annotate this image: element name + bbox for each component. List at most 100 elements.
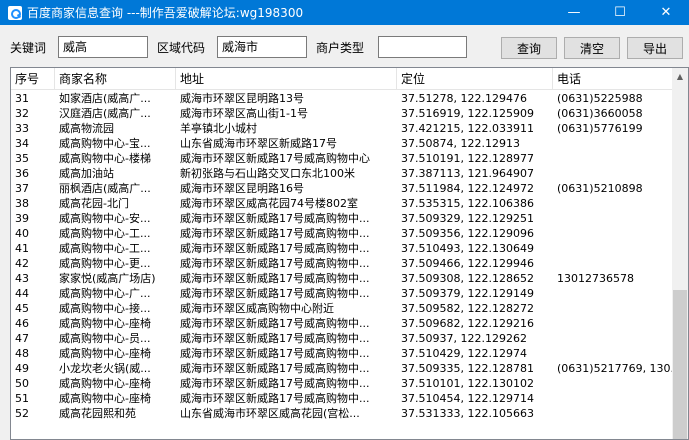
cell-name: 丽枫酒店(威高广... bbox=[59, 182, 151, 195]
cell-phone bbox=[553, 241, 674, 256]
cell-address: 威海市环翠区新威路17号威高购物中... bbox=[180, 392, 370, 405]
cell-address: 威海市环翠区新威路17号威高购物中... bbox=[180, 212, 370, 225]
scroll-up-arrow-icon[interactable]: ▲ bbox=[672, 68, 688, 85]
cell-phone bbox=[553, 196, 674, 211]
minimize-button[interactable]: — bbox=[551, 0, 597, 25]
table-row[interactable]: 38 威高花园-北门 威海市环翠区威高花园74号楼802室 37.535315, 12… bbox=[11, 196, 674, 211]
cell-phone: (0631)5210898 bbox=[557, 182, 643, 195]
table-row[interactable]: 42 威高购物中心-更... 威海市环翠区新威路17号威高购物中... 37.5094… bbox=[11, 256, 674, 271]
cell-location: 37.509379, 122.129149 bbox=[401, 287, 534, 300]
cell-name: 威高购物中心-工... bbox=[59, 227, 151, 240]
column-header-location[interactable]: 定位 bbox=[397, 68, 553, 90]
close-button[interactable]: ✕ bbox=[643, 0, 689, 25]
cell-name: 如家酒店(威高广... bbox=[59, 92, 151, 105]
cell-location: 37.50937, 122.129262 bbox=[401, 332, 527, 345]
cell-location: 37.509682, 122.129216 bbox=[401, 317, 534, 330]
table-row[interactable]: 31 如家酒店(威高广... 威海市环翠区昆明路13号 37.51278, 122.1… bbox=[11, 91, 674, 106]
cell-index: 46 bbox=[15, 317, 29, 330]
column-header-address[interactable]: 地址 bbox=[176, 68, 397, 90]
vertical-scrollbar[interactable]: ▲ bbox=[672, 68, 688, 439]
table-row[interactable]: 50 威高购物中心-座椅 威海市环翠区新威路17号威高购物中... 37.510101… bbox=[11, 376, 674, 391]
cell-location: 37.516919, 122.125909 bbox=[401, 107, 534, 120]
clear-button[interactable]: 清空 bbox=[564, 37, 620, 59]
cell-name: 威高购物中心-座椅 bbox=[59, 317, 151, 330]
cell-index: 47 bbox=[15, 332, 29, 345]
column-header-index[interactable]: 序号 bbox=[11, 68, 55, 90]
cell-location: 37.509329, 122.129251 bbox=[401, 212, 534, 225]
cell-name: 汉庭酒店(威高广... bbox=[59, 107, 151, 120]
table-row[interactable]: 45 威高购物中心-接... 威海市环翠区威高购物中心附近 37.509582, 12… bbox=[11, 301, 674, 316]
cell-name: 小龙坎老火锅(威... bbox=[59, 362, 151, 375]
area-code-input[interactable]: 威海市 bbox=[217, 36, 307, 58]
table-row[interactable]: 36 威高加油站 新初张路与石山路交叉口东北100米 37.387113, 121.9… bbox=[11, 166, 674, 181]
export-button[interactable]: 导出 bbox=[627, 37, 683, 59]
table-row[interactable]: 35 威高购物中心-楼梯 威海市环翠区新威路17号威高购物中心 37.510191, … bbox=[11, 151, 674, 166]
scrollbar-thumb[interactable] bbox=[673, 290, 687, 439]
cell-address: 威海市环翠区威高购物中心附近 bbox=[180, 302, 334, 315]
cell-phone bbox=[553, 151, 674, 166]
cell-name: 威高购物中心-座椅 bbox=[59, 347, 151, 360]
table-row[interactable]: 46 威高购物中心-座椅 威海市环翠区新威路17号威高购物中... 37.509682… bbox=[11, 316, 674, 331]
table-row[interactable]: 34 威高购物中心-宝... 山东省威海市环翠区新威路17号 37.50874, 12… bbox=[11, 136, 674, 151]
cell-address: 威海市环翠区新威路17号威高购物中... bbox=[180, 362, 370, 375]
cell-location: 37.509466, 122.129946 bbox=[401, 257, 534, 270]
cell-index: 33 bbox=[15, 122, 29, 135]
cell-index: 40 bbox=[15, 227, 29, 240]
cell-name: 威高购物中心-员... bbox=[59, 332, 151, 345]
table-row[interactable]: 37 丽枫酒店(威高广... 威海市环翠区昆明路16号 37.511984, 122.… bbox=[11, 181, 674, 196]
cell-location: 37.531333, 122.105663 bbox=[401, 407, 534, 420]
table-row[interactable]: 47 威高购物中心-员... 威海市环翠区新威路17号威高购物中... 37.5093… bbox=[11, 331, 674, 346]
table-row[interactable]: 41 威高购物中心-工... 威海市环翠区新威路17号威高购物中... 37.5104… bbox=[11, 241, 674, 256]
keyword-input[interactable]: 威高 bbox=[58, 36, 148, 58]
cell-name: 威高购物中心-接... bbox=[59, 302, 151, 315]
table-row[interactable]: 33 威高物流园 羊亭镇北小城村 37.421215, 122.033911 (0631… bbox=[11, 121, 674, 136]
table-row[interactable]: 39 威高购物中心-安... 威海市环翠区新威路17号威高购物中... 37.5093… bbox=[11, 211, 674, 226]
cell-location: 37.509308, 122.128652 bbox=[401, 272, 534, 285]
table-row[interactable]: 52 威高花园熙和苑 山东省威海市环翠区威高花园(宫松... 37.531333, 1… bbox=[11, 406, 674, 421]
cell-phone: (0631)5776199 bbox=[557, 122, 643, 135]
cell-location: 37.50874, 122.12913 bbox=[401, 137, 520, 150]
table-row[interactable]: 48 威高购物中心-座椅 威海市环翠区新威路17号威高购物中... 37.510429… bbox=[11, 346, 674, 361]
table-row[interactable]: 49 小龙坎老火锅(威... 威海市环翠区新威路17号威高购物中... 37.5093… bbox=[11, 361, 674, 376]
cell-name: 威高购物中心-宝... bbox=[59, 137, 151, 150]
cell-index: 35 bbox=[15, 152, 29, 165]
query-button[interactable]: 查询 bbox=[501, 37, 557, 59]
cell-index: 44 bbox=[15, 287, 29, 300]
merchant-type-label: 商户类型 bbox=[316, 41, 365, 55]
table-row[interactable]: 32 汉庭酒店(威高广... 威海市环翠区高山街1-1号 37.516919, 122… bbox=[11, 106, 674, 121]
cell-name: 威高花园-北门 bbox=[59, 197, 129, 210]
cell-phone: (0631)5217769, 130... bbox=[557, 362, 674, 375]
cell-phone bbox=[553, 211, 674, 226]
cell-location: 37.510429, 122.12974 bbox=[401, 347, 527, 360]
cell-address: 羊亭镇北小城村 bbox=[180, 122, 257, 135]
cell-index: 32 bbox=[15, 107, 29, 120]
column-header-phone[interactable]: 电话 bbox=[553, 68, 674, 90]
cell-index: 43 bbox=[15, 272, 29, 285]
cell-phone bbox=[553, 316, 674, 331]
table-row[interactable]: 51 威高购物中心-座椅 威海市环翠区新威路17号威高购物中... 37.510454… bbox=[11, 391, 674, 406]
cell-location: 37.510454, 122.129714 bbox=[401, 392, 534, 405]
cell-index: 38 bbox=[15, 197, 29, 210]
column-header-name[interactable]: 商家名称 bbox=[55, 68, 176, 90]
cell-address: 威海市环翠区新威路17号威高购物中... bbox=[180, 377, 370, 390]
window-title: 百度商家信息查询 ---制作吾爱破解论坛:wg198300 bbox=[27, 6, 304, 20]
table-row[interactable]: 40 威高购物中心-工... 威海市环翠区新威路17号威高购物中... 37.5093… bbox=[11, 226, 674, 241]
cell-address: 威海市环翠区新威路17号威高购物中... bbox=[180, 332, 370, 345]
cell-name: 威高购物中心-安... bbox=[59, 212, 151, 225]
table-row[interactable]: 43 家家悦(威高广场店) 威海市环翠区新威路17号威高购物中... 37.50930… bbox=[11, 271, 674, 286]
cell-name: 威高花园熙和苑 bbox=[59, 407, 136, 420]
cell-address: 威海市环翠区高山街1-1号 bbox=[180, 107, 308, 120]
cell-phone bbox=[553, 226, 674, 241]
cell-index: 51 bbox=[15, 392, 29, 405]
maximize-button[interactable]: ☐ bbox=[597, 0, 643, 25]
cell-location: 37.421215, 122.033911 bbox=[401, 122, 534, 135]
table-row[interactable]: 44 威高购物中心-广... 威海市环翠区新威路17号威高购物中... 37.5093… bbox=[11, 286, 674, 301]
table-header: 序号 商家名称 地址 定位 电话 bbox=[11, 68, 674, 90]
cell-name: 威高购物中心-楼梯 bbox=[59, 152, 151, 165]
cell-location: 37.510101, 122.130102 bbox=[401, 377, 534, 390]
merchant-type-input[interactable] bbox=[378, 36, 467, 58]
search-app-icon bbox=[8, 5, 22, 20]
keyword-label: 关键词 bbox=[10, 41, 47, 55]
cell-address: 新初张路与石山路交叉口东北100米 bbox=[180, 167, 355, 180]
cell-address: 威海市环翠区新威路17号威高购物中... bbox=[180, 257, 370, 270]
